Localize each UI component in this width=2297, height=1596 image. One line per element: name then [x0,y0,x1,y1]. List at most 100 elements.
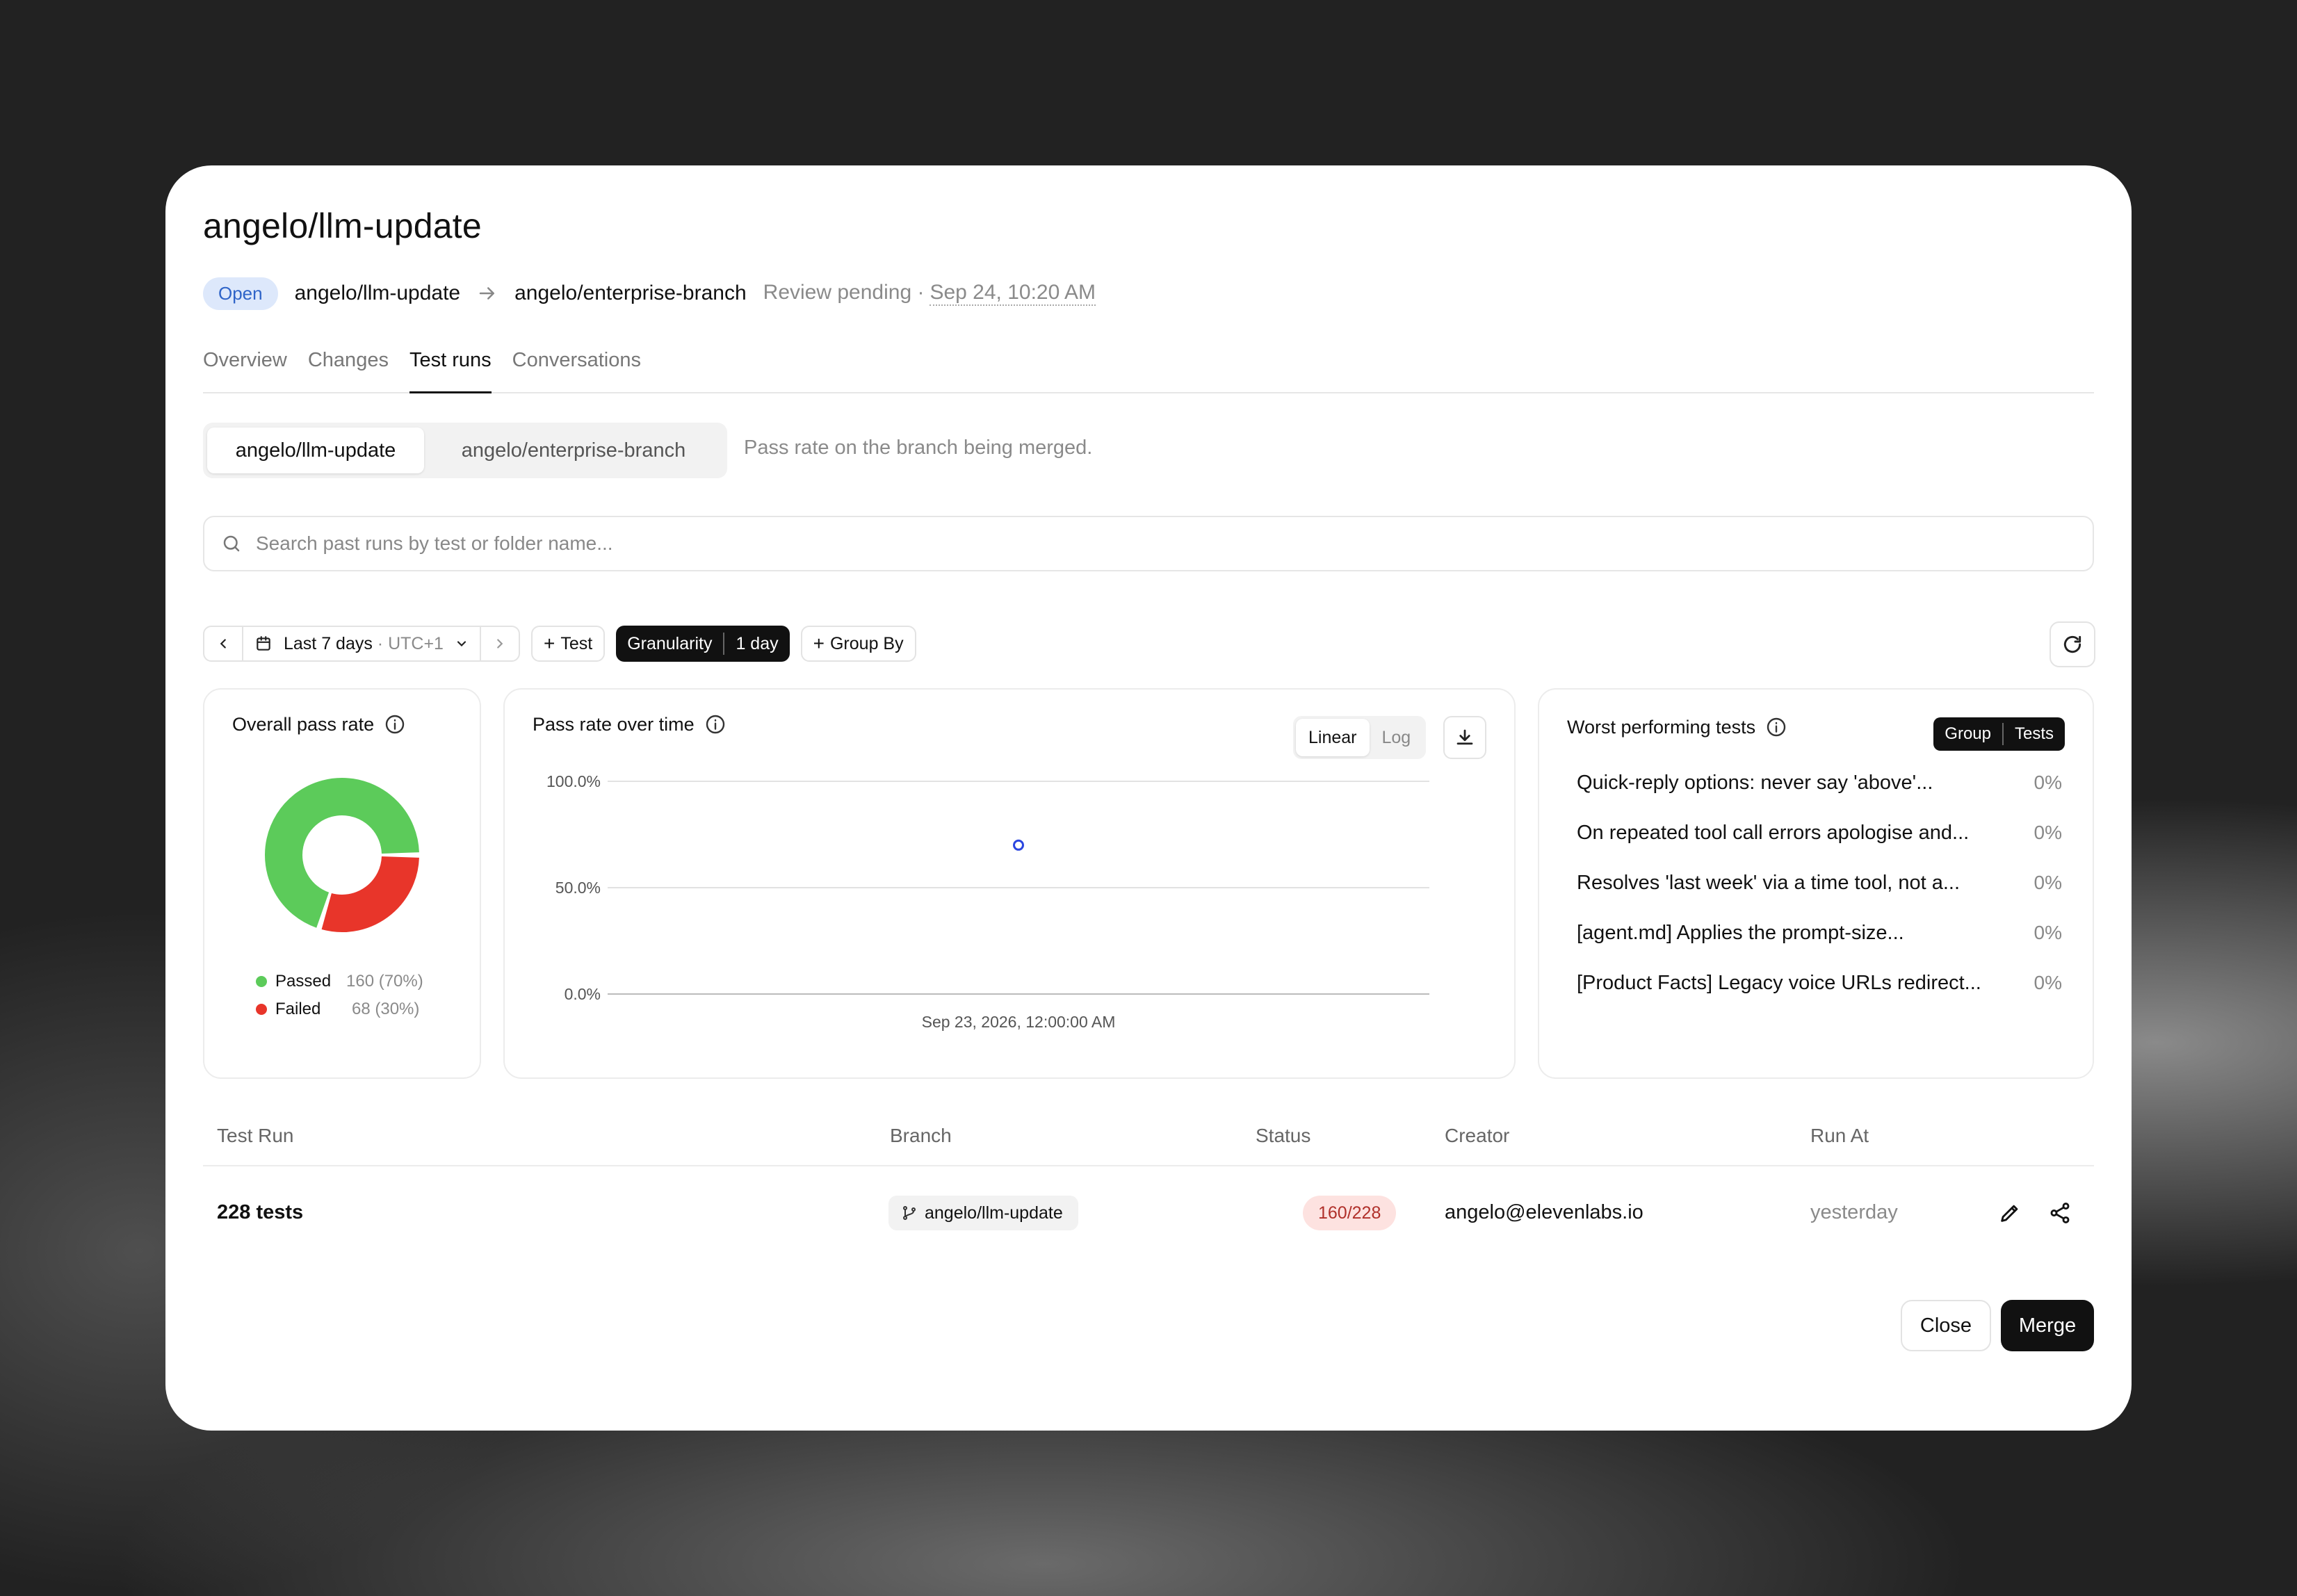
target-branch: angelo/enterprise-branch [514,282,747,304]
worst-test-rate: 0% [2034,872,2062,893]
info-icon[interactable] [1765,716,1787,738]
run-at: yesterday [1810,1201,1898,1223]
refresh-button[interactable] [2050,621,2095,667]
arrow-right-icon [477,283,498,304]
passed-value: 160 (70%) [346,972,423,991]
add-test-filter-button[interactable]: + Test [530,626,606,662]
toggle-group[interactable]: Group [1933,724,2002,744]
branch-name: angelo/llm-update [925,1203,1063,1223]
granularity-value: 1 day [736,633,779,653]
pass-rate-over-time-card: Pass rate over time Linear Log 100.0% 50.… [503,688,1516,1079]
date-range-label: Last 7 days [284,633,373,653]
review-status: Review pending · [763,281,925,304]
worst-test-name[interactable]: [agent.md] Applies the prompt-size... [1577,922,2063,945]
legend-failed: Failed 68 (30%) [256,995,423,1023]
table-divider [203,1165,2094,1166]
col-header-test-run[interactable]: Test Run [217,1125,294,1147]
info-icon[interactable] [704,713,727,735]
status-badge: Open [203,277,278,310]
scale-log[interactable]: Log [1370,719,1424,756]
plus-icon: + [543,633,555,654]
tab-bar: Overview Changes Test runs Conversations [203,348,2094,393]
merge-button[interactable]: Merge [2001,1300,2094,1351]
search-input[interactable]: Search past runs by test or folder name.… [256,532,613,555]
calendar-icon [257,636,270,651]
col-header-creator[interactable]: Creator [1445,1125,1509,1147]
chevron-down-icon [457,641,466,647]
worst-test-rate: 0% [2034,822,2062,843]
failed-slice [321,855,419,932]
filter-toolbar: Last 7 days · UTC+1 + Test Granularity 1… [203,626,916,662]
page-title: angelo/llm-update [203,206,482,245]
timezone-label: · UTC+1 [372,633,444,653]
test-filter-label: Test [560,633,593,653]
overall-pass-rate-title: Overall pass rate [232,713,375,735]
legend-passed: Passed 160 (70%) [256,968,423,995]
group-by-label: Group By [829,633,904,653]
date-range-picker[interactable]: Last 7 days · UTC+1 [242,627,480,660]
y-tick-label: 50.0% [555,879,601,897]
pencil-icon [2001,1205,2018,1222]
share-icon [2050,1203,2070,1223]
toggle-tests[interactable]: Tests [2004,724,2065,744]
passed-dot [256,976,267,987]
group-tests-toggle: Group Tests [1933,717,2065,751]
worst-test-name[interactable]: Resolves 'last week' via a time tool, no… [1577,872,2063,895]
failed-dot [256,1004,267,1015]
tab-conversations[interactable]: Conversations [512,348,641,393]
worst-test-rate: 0% [2034,922,2062,943]
pr-date[interactable]: Sep 24, 10:20 AM [930,281,1096,306]
branch-toggle-target[interactable]: angelo/enterprise-branch [424,427,723,473]
tab-overview[interactable]: Overview [203,348,287,393]
status-badge: 160/228 [1303,1196,1397,1230]
granularity-label: Granularity [627,633,713,653]
next-range-button[interactable] [479,627,519,660]
test-run-count: 228 tests [217,1201,304,1223]
scale-linear[interactable]: Linear [1296,719,1370,756]
scale-toggle: Linear Log [1293,716,1427,759]
worst-test-name[interactable]: [Product Facts] Legacy voice URLs redire… [1577,972,2063,995]
search-icon [223,535,240,552]
share-button[interactable] [2048,1201,2072,1228]
branch-toggle-source[interactable]: angelo/llm-update [207,427,424,473]
info-icon[interactable] [384,713,406,735]
test-runs-modal: angelo/llm-update Open angelo/llm-update… [165,165,2132,1431]
branch-toggle: angelo/llm-update angelo/enterprise-bran… [203,423,727,478]
chevron-right-icon [497,639,503,649]
granularity-selector[interactable]: Granularity 1 day [616,626,790,662]
worst-test-name[interactable]: Quick-reply options: never say 'above'..… [1577,772,2063,795]
tab-test-runs[interactable]: Test runs [409,348,492,393]
prev-range-button[interactable] [204,627,242,660]
col-header-branch[interactable]: Branch [890,1125,952,1147]
branch-pill: angelo/llm-update [888,1196,1078,1230]
search-bar[interactable]: Search past runs by test or folder name.… [203,516,2094,571]
pass-rate-chart: 100.0% 50.0% 0.0% Sep 23, 2026, 12:00:00 AM [546,772,1429,1031]
col-header-run-at[interactable]: Run At [1810,1125,1869,1147]
pr-meta: Open angelo/llm-update angelo/enterprise… [203,277,1096,310]
y-tick-label: 0.0% [565,985,601,1003]
download-icon [1456,729,1473,745]
pass-rate-donut [265,778,419,932]
failed-label: Failed [275,1000,321,1018]
x-tick-label: Sep 23, 2026, 12:00:00 AM [922,1013,1116,1031]
col-header-status[interactable]: Status [1256,1125,1310,1147]
source-branch: angelo/llm-update [294,282,461,304]
close-button[interactable]: Close [1901,1300,1991,1351]
worst-tests-title: Worst performing tests [1567,716,1756,738]
tab-changes[interactable]: Changes [308,348,389,393]
refresh-icon [2063,635,2081,653]
data-point[interactable] [1013,839,1024,851]
edit-button[interactable] [1998,1201,2022,1228]
worst-test-name[interactable]: On repeated tool call errors apologise a… [1577,822,2063,845]
group-by-button[interactable]: + Group By [800,626,916,662]
overall-pass-rate-card: Overall pass rate Passed 160 (70%) Faile… [203,688,481,1079]
worst-test-rate: 0% [2034,972,2062,993]
download-button[interactable] [1443,716,1486,759]
timeline-title: Pass rate over time [533,713,695,735]
worst-test-rate: 0% [2034,772,2062,793]
passed-label: Passed [275,972,332,991]
branch-helper-text: Pass rate on the branch being merged. [744,437,1093,459]
y-tick-label: 100.0% [546,772,601,790]
worst-tests-card: Worst performing tests Group Tests Quick… [1538,688,2094,1079]
git-branch-icon [903,1206,916,1220]
